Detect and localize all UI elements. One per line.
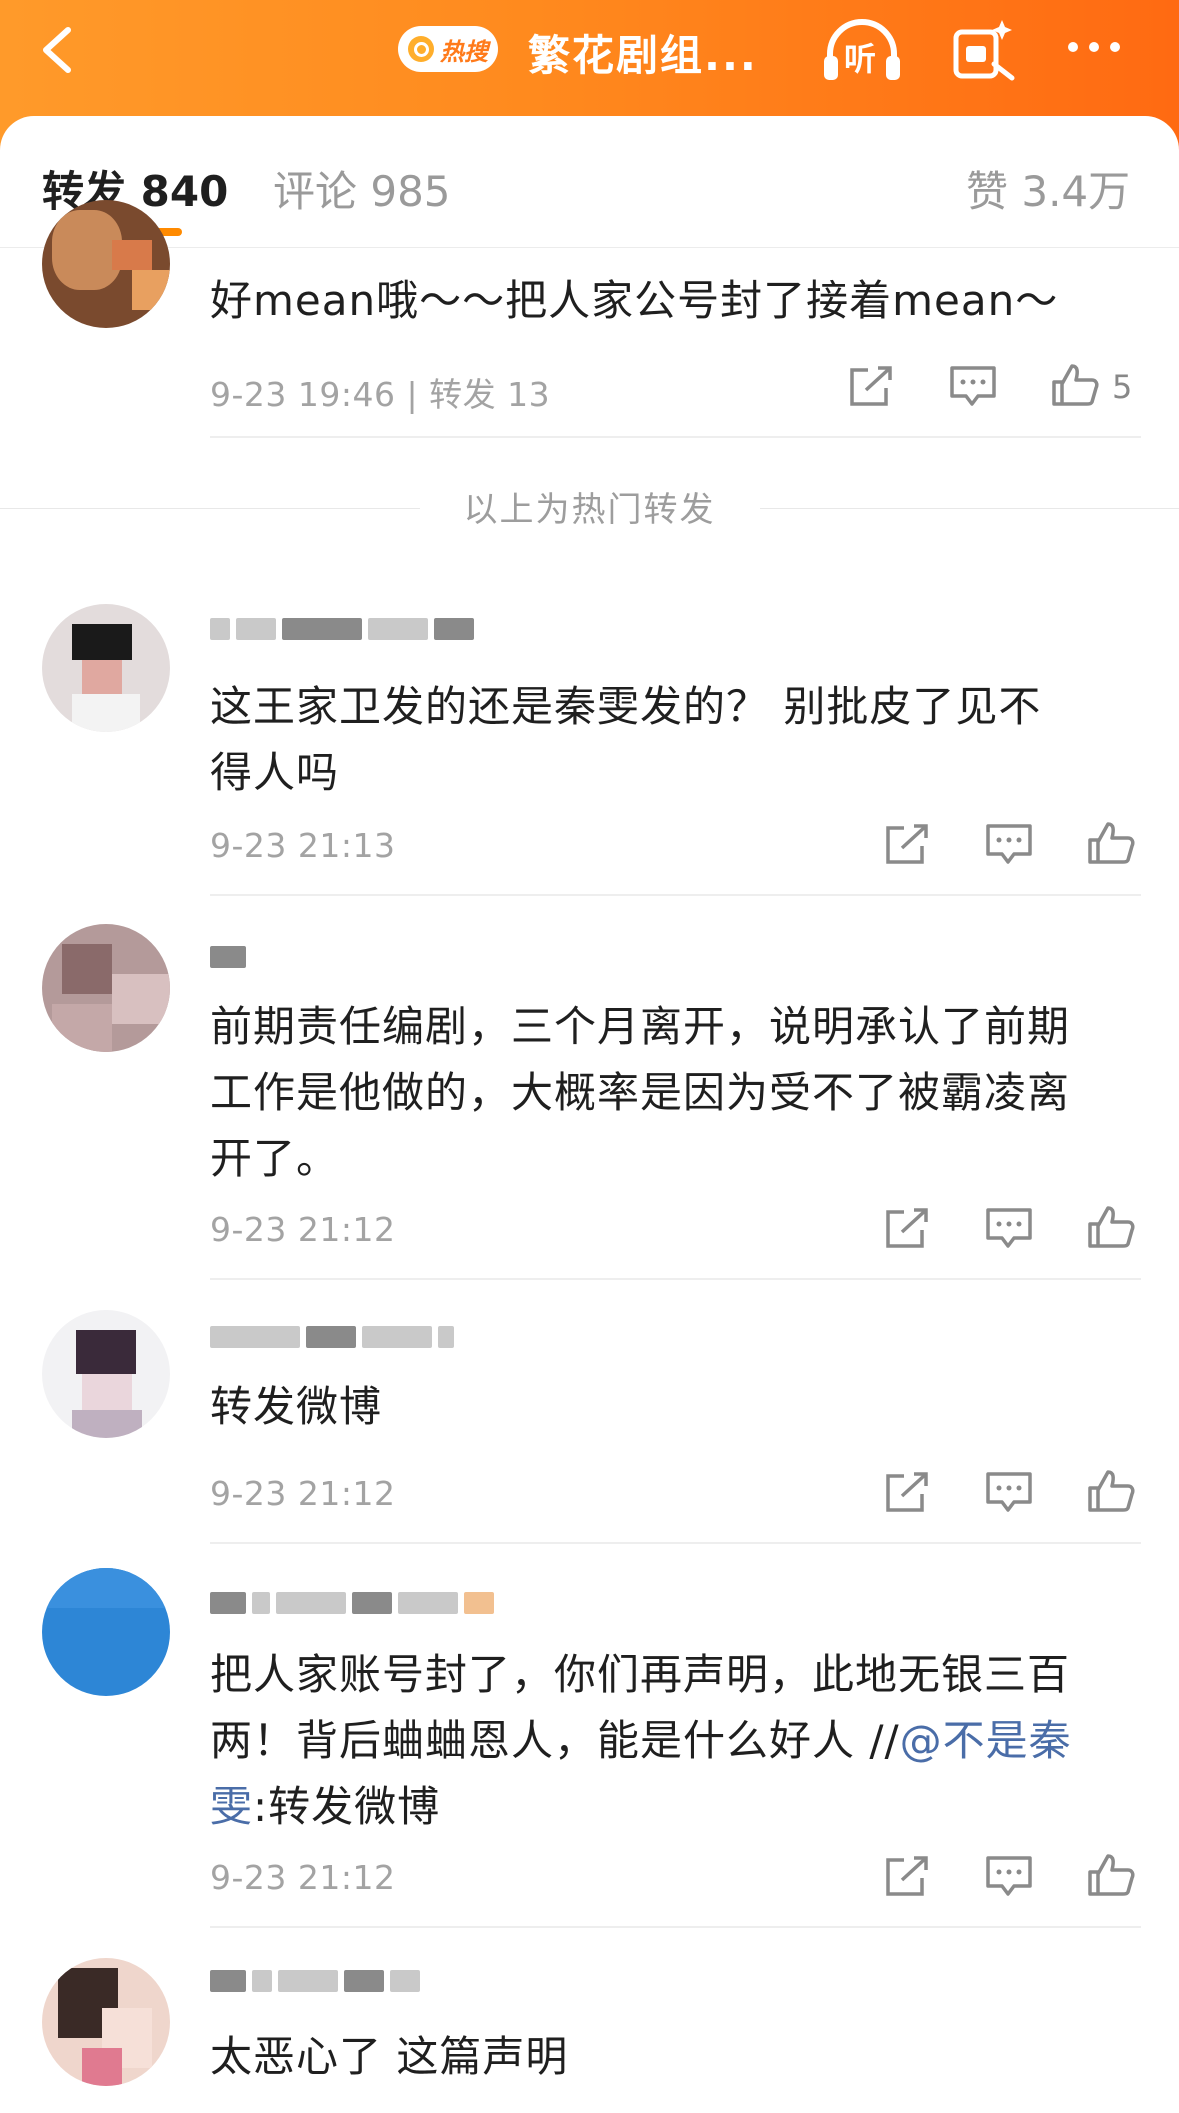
post-content: 转发微博 bbox=[210, 1382, 383, 1431]
avatar[interactable] bbox=[42, 1568, 170, 1696]
tab-bar: 转发 840 评论 985 赞 3.4万 bbox=[0, 116, 1179, 248]
comment-icon[interactable] bbox=[984, 1854, 1034, 1900]
like-icon[interactable] bbox=[1086, 820, 1136, 866]
repost-icon[interactable] bbox=[882, 822, 932, 868]
username[interactable] bbox=[210, 1962, 420, 1992]
post-meta: 9-23 21:12 bbox=[210, 1210, 396, 1249]
post-content-line: 两！背后蛐蛐恩人，能是什么好人 // bbox=[210, 1716, 900, 1765]
like-icon[interactable] bbox=[1086, 1204, 1136, 1250]
gift-icon[interactable] bbox=[950, 14, 1020, 84]
headphones-icon[interactable]: 听 bbox=[820, 16, 904, 86]
comment-icon[interactable] bbox=[984, 1206, 1034, 1252]
divider bbox=[210, 1278, 1141, 1280]
post-content-line: 工作是他做的，大概率是因为受不了被霸凌离 bbox=[210, 1068, 1071, 1117]
post-content-tail: :转发微博 bbox=[253, 1782, 441, 1831]
avatar[interactable] bbox=[42, 200, 170, 328]
avatar[interactable] bbox=[42, 924, 170, 1052]
hot-search-label: 热搜 bbox=[440, 37, 488, 66]
comment-icon[interactable] bbox=[984, 822, 1034, 868]
post-content: 太恶心了 这篇声明 bbox=[210, 2032, 569, 2081]
divider bbox=[210, 1542, 1141, 1544]
avatar[interactable] bbox=[42, 1310, 170, 1438]
username[interactable] bbox=[210, 1318, 454, 1348]
like-icon[interactable] bbox=[1086, 1852, 1136, 1898]
like-count: 5 bbox=[1112, 368, 1133, 406]
post-content: 好mean哦～～把人家公号封了接着mean～ bbox=[210, 276, 1059, 325]
mention-link[interactable]: 雯 bbox=[210, 1782, 253, 1831]
page-title: 繁花剧组... bbox=[528, 31, 758, 80]
post-content-line: 前期责任编剧，三个月离开，说明承认了前期 bbox=[210, 1002, 1071, 1051]
tab-like[interactable]: 赞 3.4万 bbox=[966, 158, 1130, 219]
username[interactable] bbox=[210, 938, 246, 968]
hot-search-badge[interactable]: 热搜 bbox=[398, 26, 498, 72]
like-icon[interactable] bbox=[1050, 362, 1100, 408]
post-meta: 9-23 19:46 | 转发 13 bbox=[210, 375, 551, 414]
post-meta: 9-23 21:12 bbox=[210, 1474, 396, 1513]
post-content-line: 这王家卫发的还是秦雯发的？ 别批皮了见不 bbox=[210, 682, 1042, 731]
more-icon[interactable] bbox=[1068, 30, 1138, 64]
repost-icon[interactable] bbox=[846, 364, 896, 410]
divider bbox=[210, 436, 1141, 438]
repost-icon[interactable] bbox=[882, 1854, 932, 1900]
mention-link[interactable]: @不是秦 bbox=[900, 1716, 1072, 1765]
post-content-line: 开了。 bbox=[210, 1134, 340, 1183]
search-icon bbox=[408, 36, 434, 62]
username[interactable] bbox=[210, 610, 474, 640]
post-content: 这王家卫发的还是秦雯发的？ 别批皮了见不 得人吗 bbox=[210, 674, 1140, 806]
username[interactable] bbox=[210, 1584, 494, 1614]
repost-icon[interactable] bbox=[882, 1470, 932, 1516]
like-icon[interactable] bbox=[1086, 1468, 1136, 1514]
hot-repost-label: 以上为热门转发 bbox=[463, 490, 716, 530]
repost-icon[interactable] bbox=[882, 1206, 932, 1252]
hot-repost-separator: 以上为热门转发 bbox=[0, 478, 1179, 530]
post-content: 把人家账号封了，你们再声明，此地无银三百 两！背后蛐蛐恩人，能是什么好人 //@… bbox=[210, 1642, 1140, 1840]
post-meta: 9-23 21:13 bbox=[210, 826, 396, 865]
tab-comment[interactable]: 评论 985 bbox=[273, 158, 451, 219]
back-icon[interactable] bbox=[30, 20, 90, 80]
post-content-line: 得人吗 bbox=[210, 748, 340, 797]
avatar[interactable] bbox=[42, 1958, 170, 2086]
post-content: 前期责任编剧，三个月离开，说明承认了前期 工作是他做的，大概率是因为受不了被霸凌… bbox=[210, 994, 1140, 1192]
post-content-line: 把人家账号封了，你们再声明，此地无银三百 bbox=[210, 1650, 1071, 1699]
comment-icon[interactable] bbox=[984, 1470, 1034, 1516]
listen-label: 听 bbox=[844, 40, 877, 78]
divider bbox=[210, 1926, 1141, 1928]
divider bbox=[210, 894, 1141, 896]
comment-icon[interactable] bbox=[948, 364, 998, 410]
avatar[interactable] bbox=[42, 604, 170, 732]
post-meta: 9-23 21:12 bbox=[210, 1858, 396, 1897]
